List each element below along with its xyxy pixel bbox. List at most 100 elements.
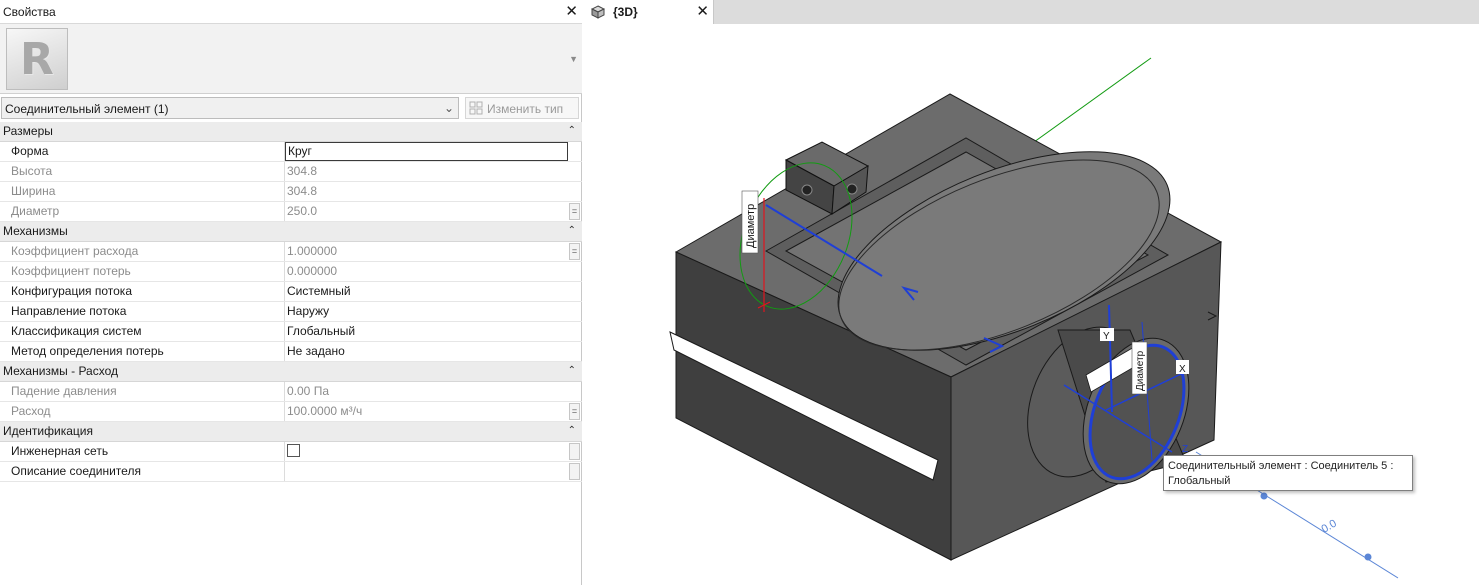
checkbox[interactable] [287, 444, 300, 458]
group-label: Механизмы - Расход [3, 364, 119, 378]
properties-close-button[interactable]: ✕ [565, 2, 578, 20]
type-selector-row: Соединительный элемент (1) ⌄ Изменить ти… [0, 95, 582, 121]
edit-type-label: Изменить тип [487, 102, 564, 116]
property-value: 304.8 [287, 184, 318, 198]
property-label: Ширина [0, 182, 285, 201]
property-value: 304.8 [287, 164, 318, 178]
property-value: 100.0000 м³/ч [287, 404, 363, 418]
tab-3d-close-button[interactable]: ✕ [696, 2, 709, 20]
property-row: Коэффициент расхода 1.000000 = [0, 242, 582, 262]
type-preview-scroll-icon[interactable]: ▼ [569, 54, 578, 64]
properties-grid: Размеры ⌃ Форма Круг Высота 304.8 Ширина 304.8 Д… [0, 122, 582, 482]
diameter-label-left[interactable]: Диаметр [741, 190, 759, 254]
dimension-grip-1[interactable] [1260, 492, 1268, 500]
property-value: 0.00 Па [287, 384, 329, 398]
property-label: Высота [0, 162, 285, 181]
associate-parameter-button[interactable]: = [569, 403, 580, 420]
3d-cube-icon [591, 5, 605, 19]
property-label: Инженерная сеть [0, 442, 285, 461]
collapse-group-icon[interactable]: ⌃ [568, 365, 576, 376]
property-row[interactable]: Инженерная сеть [0, 442, 582, 462]
property-group-header[interactable]: Идентификация ⌃ [0, 422, 582, 442]
tab-3d-label: {3D} [613, 5, 638, 19]
collapse-group-icon[interactable]: ⌃ [568, 125, 576, 136]
property-value[interactable]: Наружу [287, 302, 568, 321]
svg-text:X: X [1179, 364, 1186, 375]
edit-type-button[interactable]: Изменить тип [465, 97, 579, 119]
property-row: Диаметр 250.0 = [0, 202, 582, 222]
svg-text:Z: Z [1182, 444, 1188, 455]
revit-logo: R [6, 28, 68, 90]
diameter-label-right[interactable]: Диаметр [1131, 341, 1148, 395]
tooltip-line-2: Глобальный [1168, 475, 1231, 487]
collapse-group-icon[interactable]: ⌃ [568, 425, 576, 436]
property-label: Диаметр [0, 202, 285, 221]
property-row[interactable]: Описание соединителя [0, 462, 582, 482]
property-row[interactable]: Направление потока Наружу [0, 302, 582, 322]
property-label: Коэффициент расхода [0, 242, 285, 261]
diameter-label-right-text: Диаметр [1135, 350, 1146, 391]
chevron-down-icon: ⌄ [443, 101, 454, 115]
axis-x-label: X [1176, 360, 1189, 375]
property-group-header[interactable]: Размеры ⌃ [0, 122, 582, 142]
property-row: Ширина 304.8 [0, 182, 582, 202]
property-value[interactable]: Не задано [287, 342, 568, 361]
property-group-header[interactable]: Механизмы - Расход ⌃ [0, 362, 582, 382]
associate-parameter-button[interactable]: = [569, 243, 580, 260]
group-label: Размеры [3, 124, 53, 138]
edit-type-icon [469, 101, 483, 115]
dimension-grip-2[interactable] [1364, 553, 1372, 561]
property-row: Падение давления 0.00 Па [0, 382, 582, 402]
property-row: Коэффициент потерь 0.000000 [0, 262, 582, 282]
property-row[interactable]: Классификация систем Глобальный [0, 322, 582, 342]
property-row: Высота 304.8 [0, 162, 582, 182]
tooltip-line-1: Соединительный элемент : Соединитель 5 : [1168, 460, 1394, 472]
svg-text:Y: Y [1103, 331, 1110, 342]
3d-view-window: Диаметр Y X Z Диаметр 0.0 {3D} ✕ Соедини… [586, 0, 1479, 585]
actuator-bolt-1 [801, 184, 813, 196]
3d-viewport[interactable]: Диаметр Y X Z Диаметр 0.0 [586, 0, 1479, 585]
property-value[interactable] [287, 462, 568, 481]
collapse-group-icon[interactable]: ⌃ [568, 225, 576, 236]
property-value: 1.000000 [287, 244, 338, 258]
property-value[interactable]: Круг [285, 142, 568, 161]
element-filter-value: Соединительный элемент (1) [5, 102, 169, 116]
dimension-value[interactable]: 0.0 [1320, 518, 1339, 536]
tab-3d-view[interactable]: {3D} ✕ [586, 0, 714, 24]
property-value: 0.000000 [287, 264, 338, 278]
property-row[interactable]: Форма Круг [0, 142, 582, 162]
property-label: Описание соединителя [0, 462, 285, 481]
property-label: Форма [0, 142, 285, 161]
element-tooltip: Соединительный элемент : Соединитель 5 :… [1163, 455, 1413, 491]
associate-parameter-button[interactable]: = [569, 203, 580, 220]
diameter-label-left-text: Диаметр [745, 204, 757, 248]
axis-y-label: Y [1100, 328, 1114, 342]
group-label: Идентификация [3, 424, 93, 438]
property-label: Расход [0, 402, 285, 421]
properties-title: Свойства [3, 5, 56, 19]
element-filter-dropdown[interactable]: Соединительный элемент (1) ⌄ [1, 97, 459, 119]
axis-z-label: Z [1182, 444, 1188, 455]
associate-parameter-button[interactable] [569, 443, 580, 460]
property-checkbox-cell[interactable] [287, 442, 568, 461]
property-row: Расход 100.0000 м³/ч = [0, 402, 582, 422]
property-value: 250.0 [287, 204, 318, 218]
axis-line-green [1015, 57, 1152, 156]
view-tab-bar: {3D} ✕ [586, 0, 1479, 24]
property-label: Метод определения потерь [0, 342, 285, 361]
property-label: Коэффициент потерь [0, 262, 285, 281]
property-label: Направление потока [0, 302, 285, 321]
property-group-header[interactable]: Механизмы ⌃ [0, 222, 582, 242]
property-label: Конфигурация потока [0, 282, 285, 301]
type-preview-area: R ▼ [0, 24, 582, 94]
group-label: Механизмы [3, 224, 68, 238]
properties-panel: Свойства ✕ R ▼ Соединительный элемент (1… [0, 0, 582, 585]
associate-parameter-button[interactable] [569, 463, 580, 480]
property-value[interactable]: Системный [287, 282, 568, 301]
properties-title-bar: Свойства ✕ [0, 0, 582, 24]
property-label: Классификация систем [0, 322, 285, 341]
property-row[interactable]: Метод определения потерь Не задано [0, 342, 582, 362]
property-row[interactable]: Конфигурация потока Системный [0, 282, 582, 302]
property-label: Падение давления [0, 382, 285, 401]
property-value[interactable]: Глобальный [287, 322, 568, 341]
